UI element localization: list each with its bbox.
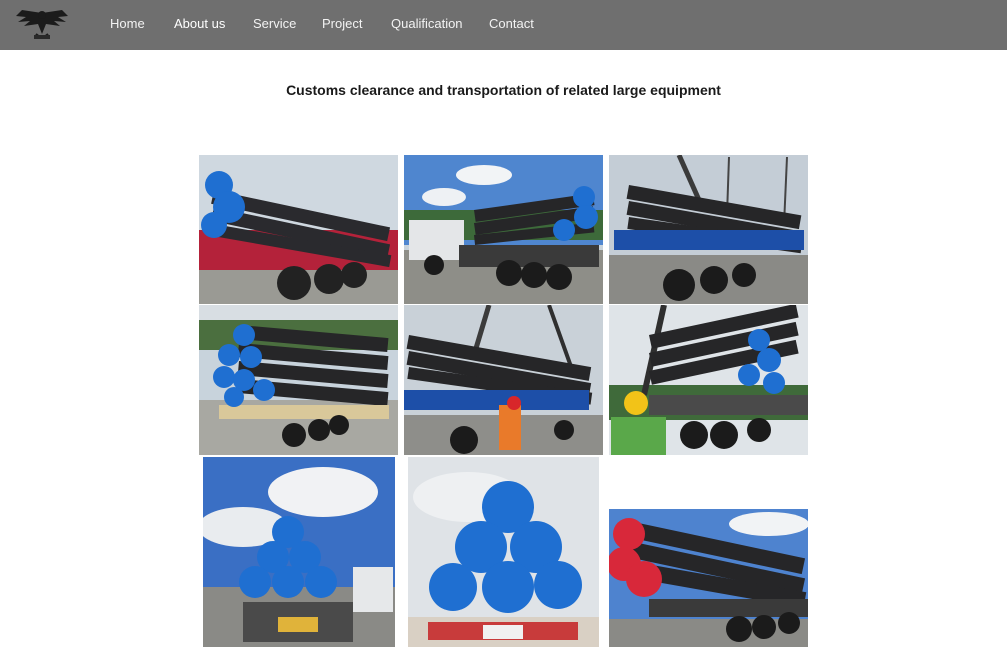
photo-worker-loading-pipes	[404, 305, 603, 455]
nav-contact-link[interactable]: Contact	[489, 16, 534, 32]
nav-home-link[interactable]: Home	[110, 16, 145, 32]
nav-qualification-link[interactable]: Qualification	[391, 16, 463, 32]
nav-project-link[interactable]: Project	[322, 16, 362, 32]
eagle-logo-icon[interactable]	[14, 4, 70, 42]
photo-pipe-pyramid-rear	[203, 457, 395, 647]
photo-crane-blue-trailer	[609, 155, 808, 304]
photo-red-caps-trailer	[609, 509, 808, 647]
page-heading: Customs clearance and transportation of …	[286, 82, 721, 98]
top-navigation-bar: Home About us Service Project Qualificat…	[0, 0, 1007, 50]
photo-pipe-stack-blue-caps	[199, 305, 398, 455]
photo-trailer-red-blue-caps	[199, 155, 398, 304]
nav-service-link[interactable]: Service	[253, 16, 296, 32]
nav-about-us-link[interactable]: About us	[174, 16, 225, 32]
photo-pipe-pyramid-closeup	[408, 457, 599, 647]
photo-worker-yellow-helmet	[609, 305, 808, 455]
photo-truck-side-view	[404, 155, 603, 304]
